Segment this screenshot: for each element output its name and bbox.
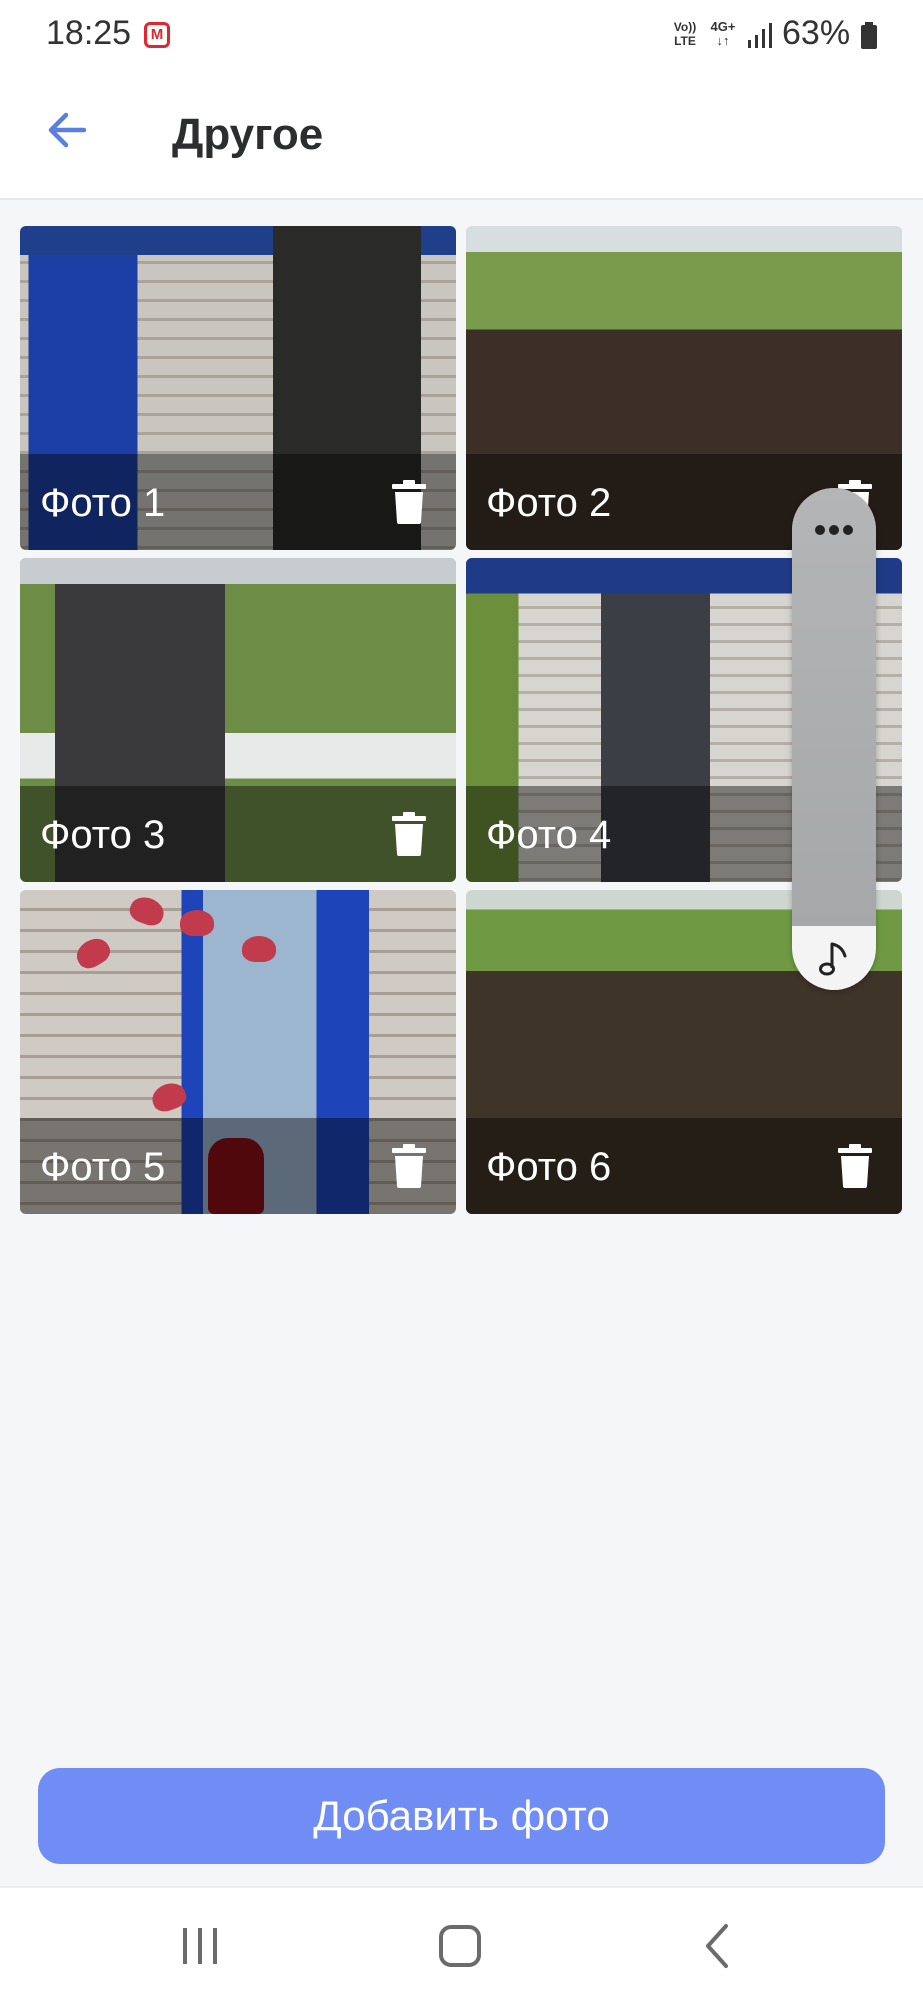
page-title: Другое (172, 110, 324, 159)
trash-icon[interactable] (392, 480, 426, 524)
signal-icon (748, 23, 772, 48)
photo-grid: Фото 1 Фото 2 Фото 3 Фото 4 Фото 5 Фото … (20, 226, 904, 1214)
recents-icon[interactable] (170, 1918, 230, 1974)
trash-icon[interactable] (392, 812, 426, 856)
photo-label: Фото 4 (486, 813, 612, 857)
photo-label: Фото 3 (40, 813, 166, 857)
status-time: 18:25 (46, 14, 132, 52)
tulip-flower (126, 892, 168, 930)
back-icon[interactable] (688, 1918, 748, 1974)
battery-icon (861, 22, 877, 49)
trash-icon[interactable] (838, 1144, 872, 1188)
photo-label: Фото 2 (486, 481, 612, 525)
music-note-icon (819, 942, 847, 976)
photo-tile-1[interactable]: Фото 1 (20, 226, 456, 550)
navigation-bar (0, 1886, 923, 2000)
tulip-flower (148, 1078, 190, 1116)
carrier-app-icon: M (144, 22, 170, 48)
header: Другое (0, 72, 923, 200)
tulip-flower (180, 910, 214, 936)
floating-side-panel[interactable] (792, 488, 876, 990)
status-bar: 18:25 M Vo)) LTE 4G+ ↓↑ 63% (0, 0, 923, 72)
photo-label: Фото 6 (486, 1145, 612, 1189)
battery-percent: 63% (782, 14, 851, 52)
photo-tile-5[interactable]: Фото 5 (20, 890, 456, 1214)
more-dots-icon[interactable] (814, 524, 854, 536)
volte-icon: Vo)) LTE (673, 20, 697, 48)
photo-label: Фото 1 (40, 481, 166, 525)
tulip-flower (242, 936, 276, 962)
home-icon[interactable] (430, 1918, 490, 1974)
side-panel-handle[interactable] (792, 488, 876, 928)
photo-label: Фото 5 (40, 1145, 166, 1189)
photo-tile-3[interactable]: Фото 3 (20, 558, 456, 882)
trash-icon[interactable] (392, 1144, 426, 1188)
network-type-icon: 4G+ ↓↑ (710, 19, 736, 48)
add-photo-button[interactable]: Добавить фото (38, 1768, 885, 1864)
tulip-flower (71, 933, 115, 973)
arrow-left-icon[interactable] (40, 102, 96, 158)
